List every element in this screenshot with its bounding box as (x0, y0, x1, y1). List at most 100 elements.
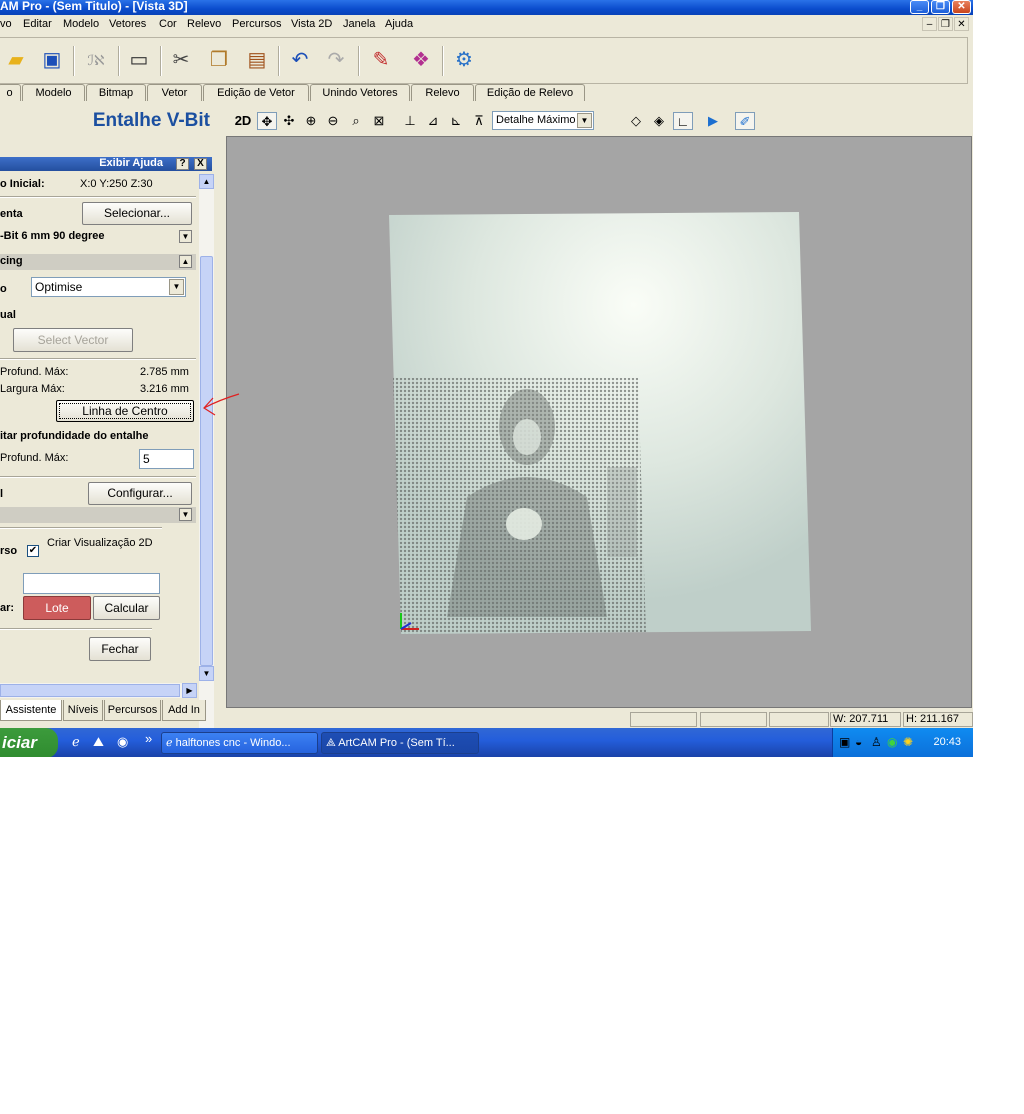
view-iso-icon[interactable]: ⊥ (400, 112, 420, 130)
trace-icon[interactable]: ℐℵ (82, 46, 110, 74)
tab-assistant[interactable]: Assistente (0, 700, 62, 721)
select-vector-button[interactable]: Select Vector (13, 328, 133, 352)
close-window-button[interactable]: ✕ (952, 0, 971, 14)
task-artcam[interactable]: ⟁ ArtCAM Pro - (Sem Tí... (321, 732, 479, 754)
tab-vector-edit[interactable]: Edição de Vetor (203, 84, 309, 101)
toolpath-name-input[interactable] (23, 573, 160, 594)
status-tray-icon[interactable]: ◉ (887, 735, 897, 749)
edit-pencil-icon[interactable]: ✎ (367, 46, 395, 74)
zoom-in-icon[interactable]: ⊕ (301, 112, 321, 130)
hscroll-thumb[interactable] (0, 684, 180, 697)
pan-icon[interactable]: ✣ (279, 112, 299, 130)
help-question-button[interactable]: ? (176, 158, 189, 170)
tab-join-vectors[interactable]: Unindo Vetores (310, 84, 410, 101)
explorer-quicklaunch-icon[interactable]: ⛰ (93, 734, 104, 750)
menu-file[interactable]: vo (0, 18, 12, 30)
sync-tray-icon[interactable]: ◒ (855, 735, 862, 749)
batch-button[interactable]: Lote (23, 596, 91, 620)
wizard-icon[interactable]: ⚙ (450, 46, 478, 74)
scroll-down-icon[interactable]: ▼ (199, 666, 214, 681)
network-tray-icon[interactable]: ▣ (839, 735, 850, 749)
browser-quicklaunch-icon[interactable]: ◉ (117, 734, 128, 750)
zoom-box-icon[interactable]: ⌕ (346, 112, 366, 130)
ie-quicklaunch-icon[interactable]: ℯ (72, 734, 80, 750)
tab-relief-edit[interactable]: Edição de Relevo (475, 84, 585, 101)
view-2d-button[interactable]: 2D (232, 112, 254, 130)
menu-model[interactable]: Modelo (63, 18, 99, 30)
zoom-out-icon[interactable]: ⊖ (323, 112, 343, 130)
view-x-icon[interactable]: ⊿ (423, 112, 443, 130)
tab-bitmap[interactable]: Bitmap (86, 84, 146, 101)
save-icon[interactable]: ▣ (38, 46, 66, 74)
create-preview-checkbox[interactable]: ✔ (27, 545, 39, 557)
rotate-icon[interactable]: ✥ (257, 112, 277, 130)
start-button[interactable]: iciar (0, 728, 58, 757)
help-close-button[interactable]: X (194, 158, 207, 170)
menu-vectors[interactable]: Vetores (109, 18, 146, 30)
menu-view2d[interactable]: Vista 2D (291, 18, 332, 30)
fit-view-icon[interactable]: ⊠ (369, 112, 389, 130)
detail-level-select[interactable]: Detalhe Máximo ▼ (492, 111, 594, 130)
play-toolpath-icon[interactable]: ▶ (703, 112, 723, 130)
view-z-icon[interactable]: ⊼ (469, 112, 489, 130)
mdi-close-button[interactable]: ✕ (954, 17, 969, 31)
menu-color[interactable]: Cor (159, 18, 177, 30)
chevron-down-icon[interactable]: ▼ (169, 279, 184, 295)
open-folder-icon[interactable]: ▰ (2, 46, 30, 74)
task-browser[interactable]: ℯ halftones cnc - Windo... (161, 732, 318, 754)
panel-horizontal-scrollbar[interactable]: ▶ (0, 683, 197, 698)
menu-edit[interactable]: Editar (23, 18, 52, 30)
color-picker-icon[interactable]: ✐ (735, 112, 755, 130)
select-tool-button[interactable]: Selecionar... (82, 202, 192, 225)
limit-max-depth-label: Profund. Máx: (0, 452, 69, 464)
select-rect-icon[interactable]: ▭ (125, 46, 153, 74)
menu-window[interactable]: Janela (343, 18, 375, 30)
scroll-up-icon[interactable]: ▲ (199, 174, 214, 189)
wireframe-icon[interactable]: ◇ (626, 112, 646, 130)
maximize-button[interactable]: ❐ (931, 0, 950, 14)
panel-vertical-scrollbar[interactable]: ▲ ▼ (199, 174, 214, 754)
show-help-label[interactable]: Exibir Ajuda (99, 157, 163, 169)
centerline-button[interactable]: Linha de Centro (56, 400, 194, 422)
axes-icon[interactable]: ∟ (673, 112, 693, 130)
paste-icon[interactable]: ▤ (243, 46, 271, 74)
scroll-right-icon[interactable]: ▶ (182, 683, 197, 698)
chevron-down-icon[interactable]: ▼ (179, 508, 192, 521)
calculate-button[interactable]: Calcular (93, 596, 160, 620)
3d-viewport[interactable] (226, 136, 972, 708)
shaded-icon[interactable]: ◈ (649, 112, 669, 130)
scroll-thumb[interactable] (200, 256, 213, 666)
spacing-section[interactable]: cing ▲ (0, 254, 196, 270)
undo-icon[interactable]: ↶ (286, 46, 314, 74)
menu-toolpaths[interactable]: Percursos (232, 18, 282, 30)
tab-model[interactable]: Modelo (22, 84, 85, 101)
close-panel-button[interactable]: Fechar (89, 637, 151, 661)
view-y-icon[interactable]: ⊾ (446, 112, 466, 130)
configure-material-button[interactable]: Configurar... (88, 482, 192, 505)
mdi-restore-button[interactable]: ❐ (938, 17, 953, 31)
tab-toolpaths[interactable]: Percursos (104, 700, 161, 721)
chevron-up-icon[interactable]: ▲ (179, 255, 192, 268)
tab-levels[interactable]: Níveis (63, 700, 103, 721)
limit-max-depth-input[interactable]: 5 (139, 449, 194, 469)
tab-file[interactable]: o (0, 84, 21, 101)
mdi-minimize-button[interactable]: – (922, 17, 937, 31)
cut-icon[interactable]: ✂ (167, 46, 195, 74)
quicklaunch-more-icon[interactable]: » (145, 731, 152, 746)
chevron-down-icon[interactable]: ▼ (577, 113, 592, 128)
collapsed-section[interactable]: ▼ (0, 507, 196, 523)
redo-icon[interactable]: ↷ (322, 46, 350, 74)
spacing-select[interactable]: Optimise ▼ (31, 277, 186, 297)
max-width-value: 3.216 mm (140, 383, 189, 395)
menu-relief[interactable]: Relevo (187, 18, 221, 30)
tab-addin[interactable]: Add In (162, 700, 206, 721)
tab-relief[interactable]: Relevo (411, 84, 474, 101)
chevron-down-icon[interactable]: ▼ (179, 230, 192, 243)
book-icon[interactable]: ❖ (407, 46, 435, 74)
minimize-button[interactable]: _ (910, 0, 929, 14)
tab-vector[interactable]: Vetor (147, 84, 202, 101)
copy-icon[interactable]: ❐ (205, 46, 233, 74)
messenger-tray-icon[interactable]: ✺ (903, 735, 913, 749)
menu-help[interactable]: Ajuda (385, 18, 413, 30)
user-tray-icon[interactable]: ♙ (871, 735, 882, 749)
